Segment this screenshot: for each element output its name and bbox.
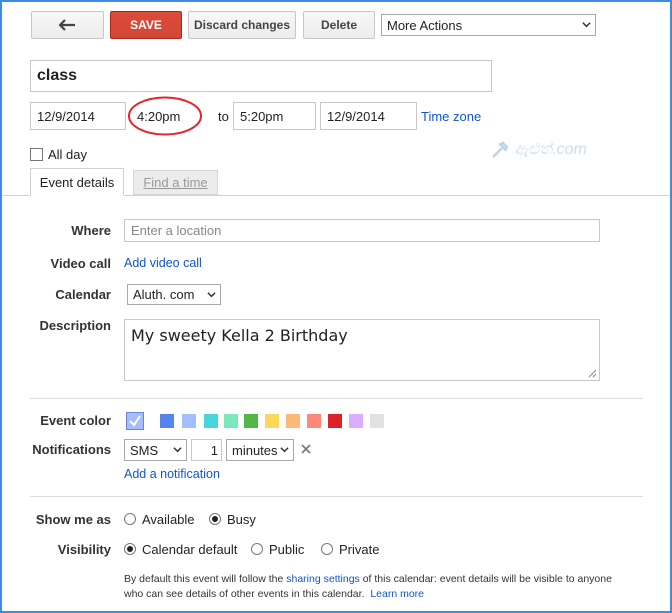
watermark-text: ඇළුත්.com xyxy=(514,141,587,159)
notifications-label: Notifications xyxy=(32,442,111,457)
notification-method-value: SMS xyxy=(130,442,159,458)
add-video-call-link[interactable]: Add video call xyxy=(124,256,202,270)
chevron-down-icon xyxy=(173,447,182,453)
resize-handle-icon[interactable] xyxy=(587,368,597,378)
tab-find-a-time-label: Find a time xyxy=(143,175,208,190)
end-date-input[interactable]: 12/9/2014 xyxy=(320,102,417,130)
notification-unit-select[interactable]: minutes xyxy=(226,439,294,461)
radio-busy-label: Busy xyxy=(227,512,256,527)
color-swatch[interactable] xyxy=(182,414,196,428)
color-swatch[interactable] xyxy=(224,414,238,428)
more-actions-select[interactable]: More Actions xyxy=(381,14,596,36)
annotation-circle xyxy=(128,96,202,136)
add-notification-link[interactable]: Add a notification xyxy=(124,467,220,481)
divider xyxy=(30,398,643,399)
calendar-select[interactable]: Aluth. com xyxy=(127,284,221,305)
color-swatch[interactable] xyxy=(286,414,300,428)
back-arrow-icon xyxy=(58,19,75,31)
discard-changes-button[interactable]: Discard changes xyxy=(188,11,296,39)
color-swatch[interactable] xyxy=(160,414,174,428)
save-button[interactable]: SAVE xyxy=(110,11,182,39)
radio-calendar-default[interactable] xyxy=(124,543,136,555)
to-label: to xyxy=(218,109,229,124)
all-day-label: All day xyxy=(48,147,88,162)
time-zone-link[interactable]: Time zone xyxy=(421,109,481,124)
start-date-value: 12/9/2014 xyxy=(37,108,95,124)
tab-event-details[interactable]: Event details xyxy=(30,168,124,196)
notification-method-select[interactable]: SMS xyxy=(124,439,187,461)
description-textarea[interactable]: My sweety Kella 2 Birthday xyxy=(124,319,600,381)
color-swatch[interactable] xyxy=(370,414,384,428)
radio-available[interactable] xyxy=(124,513,136,525)
where-label: Where xyxy=(71,223,111,238)
hammer-icon xyxy=(492,141,509,158)
video-call-label: Video call xyxy=(50,256,111,271)
radio-public-label: Public xyxy=(269,542,305,557)
delete-button[interactable]: Delete xyxy=(303,11,375,39)
notification-unit-value: minutes xyxy=(232,442,278,458)
color-swatch[interactable] xyxy=(204,414,218,428)
check-icon xyxy=(129,415,141,427)
close-icon[interactable] xyxy=(301,444,311,454)
radio-public[interactable] xyxy=(251,543,263,555)
end-time-input[interactable]: 5:20pm xyxy=(233,102,316,130)
watermark: ඇළුත්.com xyxy=(490,140,587,160)
note-text-1: By default this event will follow the xyxy=(124,573,287,585)
end-time-value: 5:20pm xyxy=(240,108,284,124)
color-swatch[interactable] xyxy=(307,414,321,428)
visibility-label: Visibility xyxy=(57,542,111,557)
visibility-note: By default this event will follow the sh… xyxy=(124,572,654,602)
color-swatch[interactable] xyxy=(328,414,342,428)
tab-event-details-label: Event details xyxy=(39,174,115,190)
chevron-down-icon xyxy=(280,447,289,453)
description-label: Description xyxy=(39,318,111,333)
calendar-label: Calendar xyxy=(55,287,111,302)
radio-private[interactable] xyxy=(321,543,333,555)
show-me-as-label: Show me as xyxy=(35,512,111,527)
event-title-input[interactable]: class xyxy=(30,60,492,92)
event-title-value: class xyxy=(37,67,78,84)
color-swatch[interactable] xyxy=(244,414,258,428)
color-swatch[interactable] xyxy=(349,414,363,428)
end-date-value: 12/9/2014 xyxy=(327,108,385,124)
learn-more-link[interactable]: Learn more xyxy=(370,588,424,600)
chevron-down-icon xyxy=(582,22,591,28)
color-swatch[interactable] xyxy=(265,414,279,428)
tab-find-a-time[interactable]: Find a time xyxy=(133,170,218,195)
note-text-2: of this calendar: event details will be … xyxy=(359,573,612,585)
calendar-value: Aluth. com xyxy=(133,287,195,302)
radio-available-label: Available xyxy=(142,512,195,527)
location-placeholder: Enter a location xyxy=(131,223,222,238)
radio-private-label: Private xyxy=(339,542,380,557)
radio-busy[interactable] xyxy=(209,513,221,525)
divider xyxy=(30,496,643,497)
all-day-checkbox[interactable] xyxy=(30,148,43,161)
radio-calendar-default-label: Calendar default xyxy=(142,542,238,557)
back-button[interactable] xyxy=(31,11,104,39)
note-text-3: who can see details of other events in t… xyxy=(124,588,365,600)
notification-amount-value: 1 xyxy=(210,442,218,458)
event-color-label: Event color xyxy=(40,413,111,428)
more-actions-value: More Actions xyxy=(387,17,463,33)
chevron-down-icon xyxy=(207,292,216,298)
notification-amount-input[interactable]: 1 xyxy=(191,439,222,461)
color-selected-swatch[interactable] xyxy=(126,412,144,430)
location-input[interactable]: Enter a location xyxy=(124,219,600,242)
description-value: My sweety Kella 2 Birthday xyxy=(131,326,348,345)
sharing-settings-link[interactable]: sharing settings xyxy=(286,573,360,585)
start-date-input[interactable]: 12/9/2014 xyxy=(30,102,126,130)
